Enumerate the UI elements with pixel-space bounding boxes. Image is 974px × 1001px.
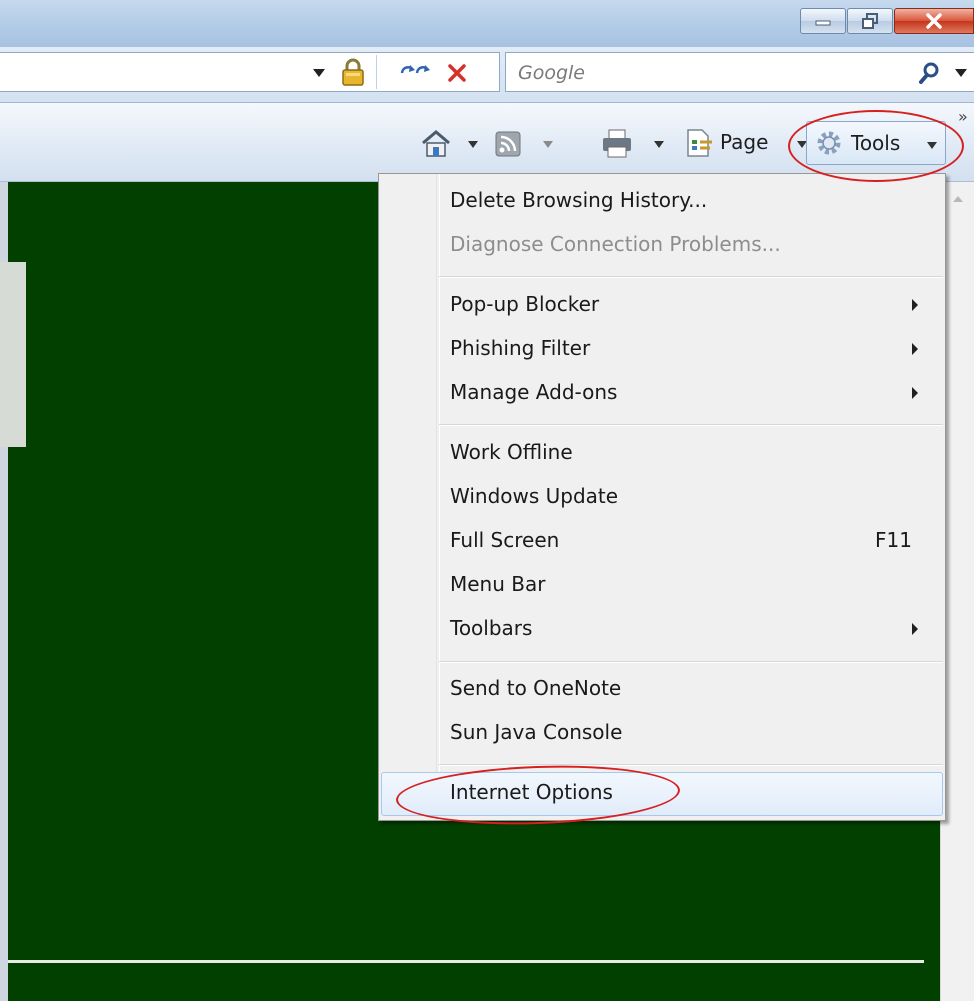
menu-item-label: Sun Java Console <box>450 720 623 744</box>
dropdown-arrow-icon[interactable] <box>312 67 326 79</box>
submenu-arrow-icon <box>912 623 918 635</box>
page-label: Page <box>720 130 769 154</box>
submenu-arrow-icon <box>912 299 918 311</box>
dropdown-arrow-icon[interactable] <box>542 139 554 149</box>
search-box[interactable] <box>505 52 974 92</box>
menu-item-full-screen[interactable]: Full Screen F11 <box>379 520 945 564</box>
menu-item-send-to-onenote[interactable]: Send to OneNote <box>379 668 945 712</box>
home-icon[interactable] <box>420 128 452 160</box>
dropdown-arrow-icon[interactable] <box>467 139 479 149</box>
close-icon <box>926 13 942 29</box>
menu-item-phishing-filter[interactable]: Phishing Filter <box>379 328 945 372</box>
content-panel <box>0 262 26 447</box>
menu-item-label: Diagnose Connection Problems... <box>450 232 781 256</box>
feeds-icon[interactable] <box>494 130 522 158</box>
stop-icon[interactable] <box>446 62 468 84</box>
chevron-icon[interactable]: » <box>958 107 968 126</box>
address-bar-row <box>0 47 974 103</box>
menu-item-label: Pop-up Blocker <box>450 292 600 316</box>
divider <box>376 55 377 89</box>
minimize-button[interactable] <box>800 8 846 34</box>
search-input[interactable] <box>516 59 880 87</box>
refresh-icon[interactable] <box>398 62 432 84</box>
content-divider <box>8 960 924 963</box>
minimize-icon <box>815 20 831 26</box>
menu-separator <box>439 764 943 766</box>
menu-item-popup-blocker[interactable]: Pop-up Blocker <box>379 284 945 328</box>
menu-item-label: Delete Browsing History... <box>450 188 708 212</box>
close-button[interactable] <box>894 8 974 34</box>
lock-icon[interactable] <box>338 57 368 87</box>
menu-item-label: Send to OneNote <box>450 676 622 700</box>
tools-menu: Delete Browsing History... Diagnose Conn… <box>378 173 946 821</box>
scroll-up-icon[interactable] <box>951 194 965 204</box>
title-bar <box>0 0 974 47</box>
menu-item-sun-java-console[interactable]: Sun Java Console <box>379 712 945 756</box>
menu-item-work-offline[interactable]: Work Offline <box>379 432 945 476</box>
page-menu-button[interactable]: Page <box>684 125 788 163</box>
menu-item-manage-add-ons[interactable]: Manage Add-ons <box>379 372 945 416</box>
dropdown-arrow-icon[interactable] <box>954 67 968 79</box>
menu-item-delete-browsing-history[interactable]: Delete Browsing History... <box>379 180 945 224</box>
menu-item-diagnose-connection-problems: Diagnose Connection Problems... <box>379 224 945 268</box>
submenu-arrow-icon <box>912 387 918 399</box>
menu-separator <box>439 276 943 278</box>
page-icon <box>687 129 712 157</box>
restore-button[interactable] <box>847 8 893 34</box>
menu-separator <box>439 661 943 663</box>
menu-item-label: Work Offline <box>450 440 573 464</box>
menu-item-shortcut: F11 <box>875 528 912 552</box>
menu-separator <box>439 424 943 426</box>
menu-item-label: Full Screen <box>450 528 560 552</box>
dropdown-arrow-icon[interactable] <box>653 139 665 149</box>
submenu-arrow-icon <box>912 343 918 355</box>
menu-item-label: Manage Add-ons <box>450 380 618 404</box>
menu-item-label: Menu Bar <box>450 572 546 596</box>
search-icon[interactable] <box>918 61 942 85</box>
menu-item-label: Toolbars <box>450 616 533 640</box>
menu-item-menu-bar[interactable]: Menu Bar <box>379 564 945 608</box>
restore-icon <box>862 13 878 29</box>
menu-item-label: Phishing Filter <box>450 336 591 360</box>
menu-item-toolbars[interactable]: Toolbars <box>379 608 945 652</box>
menu-item-label: Windows Update <box>450 484 619 508</box>
menu-item-windows-update[interactable]: Windows Update <box>379 476 945 520</box>
address-field[interactable] <box>0 52 500 92</box>
annotation-ellipse-tools <box>788 110 964 182</box>
print-icon[interactable] <box>600 128 634 160</box>
